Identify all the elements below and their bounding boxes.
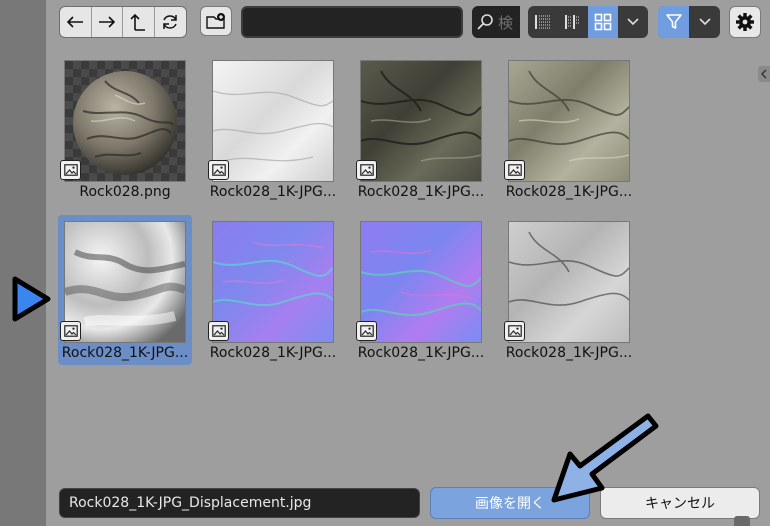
texture-preview bbox=[65, 249, 185, 327]
chevron-down-icon bbox=[698, 18, 711, 26]
texture-preview bbox=[509, 231, 629, 306]
file-tile-selected[interactable]: Rock028_1K-JPG... bbox=[58, 215, 192, 365]
file-thumbnail bbox=[508, 60, 630, 182]
filter-group bbox=[658, 6, 720, 38]
directory-path-input[interactable] bbox=[243, 8, 461, 36]
file-name-label: Rock028_1K-JPG... bbox=[357, 345, 485, 361]
file-name-label: Rock028_1K-JPG... bbox=[61, 345, 189, 361]
texture-preview bbox=[213, 90, 333, 162]
thumbnail-view-button[interactable] bbox=[588, 6, 618, 38]
file-name-label: Rock028.png bbox=[79, 184, 171, 200]
file-tile[interactable]: Rock028_1K-JPG... bbox=[502, 54, 636, 204]
image-file-icon bbox=[356, 160, 377, 180]
file-thumbnail bbox=[508, 221, 630, 343]
file-name-label: Rock028_1K-JPG... bbox=[505, 345, 633, 361]
annotation-arrow-icon bbox=[551, 413, 659, 503]
file-name-label: Rock028_1K-JPG... bbox=[209, 345, 337, 361]
thumbnails-icon bbox=[594, 13, 612, 31]
file-name-label: Rock028_1K-JPG... bbox=[209, 184, 337, 200]
file-tile[interactable]: Rock028_1K-JPG... bbox=[354, 215, 488, 365]
file-name-label: Rock028_1K-JPG... bbox=[357, 184, 485, 200]
arrow-left-icon bbox=[67, 16, 84, 28]
new-directory-button[interactable] bbox=[200, 6, 232, 36]
vertical-list-view-button[interactable] bbox=[528, 6, 558, 38]
image-file-icon bbox=[356, 321, 377, 341]
gear-icon bbox=[736, 13, 754, 31]
file-thumbnail bbox=[360, 221, 482, 343]
arrow-right-icon bbox=[98, 16, 115, 28]
left-panel-strip bbox=[0, 0, 46, 526]
file-thumbnail bbox=[64, 221, 186, 343]
chevron-left-icon bbox=[761, 69, 767, 79]
file-tile[interactable]: Rock028_1K-JPG... bbox=[206, 54, 340, 204]
texture-preview bbox=[361, 249, 481, 317]
file-tile[interactable]: Rock028_1K-JPG... bbox=[206, 215, 340, 365]
file-tile[interactable]: Rock028.png bbox=[58, 54, 192, 204]
refresh-icon bbox=[163, 15, 177, 29]
sidebar-toggle-button[interactable] bbox=[758, 66, 770, 82]
file-name-label: Rock028_1K-JPG... bbox=[505, 184, 633, 200]
filter-toggle-button[interactable] bbox=[658, 6, 689, 38]
texture-preview bbox=[213, 241, 333, 307]
filter-options-dropdown[interactable] bbox=[689, 6, 720, 38]
view-options-dropdown[interactable] bbox=[618, 6, 648, 38]
parent-directory-button[interactable] bbox=[123, 7, 155, 37]
image-file-icon bbox=[504, 321, 525, 341]
search-icon bbox=[472, 6, 498, 38]
filename-field[interactable]: Rock028_1K-JPG_Displacement.jpg bbox=[59, 488, 420, 518]
file-thumbnail bbox=[360, 60, 482, 182]
display-mode-group bbox=[528, 6, 648, 38]
image-file-icon bbox=[60, 321, 81, 341]
texture-preview bbox=[361, 70, 481, 162]
filter-icon bbox=[665, 14, 682, 29]
file-thumbnail bbox=[212, 221, 334, 343]
file-tile[interactable]: Rock028_1K-JPG... bbox=[354, 54, 488, 204]
image-file-icon bbox=[60, 160, 81, 180]
horizontal-list-view-button[interactable] bbox=[558, 6, 588, 38]
directory-path-field[interactable] bbox=[241, 6, 463, 38]
file-thumbnail bbox=[64, 60, 186, 182]
file-tile[interactable]: Rock028_1K-JPG... bbox=[502, 215, 636, 365]
rock-sphere-preview bbox=[73, 71, 177, 175]
arrow-up-icon bbox=[130, 13, 146, 31]
image-file-icon bbox=[208, 160, 229, 180]
search-placeholder: 検 bbox=[498, 13, 514, 32]
new-folder-icon bbox=[206, 13, 225, 29]
forward-button[interactable] bbox=[92, 7, 123, 37]
play-marker-icon bbox=[12, 276, 51, 322]
scroll-arrow[interactable] bbox=[734, 516, 750, 526]
back-button[interactable] bbox=[60, 7, 92, 37]
image-file-icon bbox=[208, 321, 229, 341]
list-horizontal-icon bbox=[565, 15, 580, 29]
list-vertical-icon bbox=[535, 15, 550, 29]
chevron-down-icon bbox=[627, 18, 639, 26]
navigation-button-group bbox=[59, 6, 187, 38]
texture-preview bbox=[509, 70, 629, 162]
search-field[interactable]: 検 bbox=[472, 6, 520, 38]
image-file-icon bbox=[504, 160, 525, 180]
settings-button[interactable] bbox=[729, 6, 761, 38]
refresh-button[interactable] bbox=[155, 7, 186, 37]
file-thumbnail bbox=[212, 60, 334, 182]
